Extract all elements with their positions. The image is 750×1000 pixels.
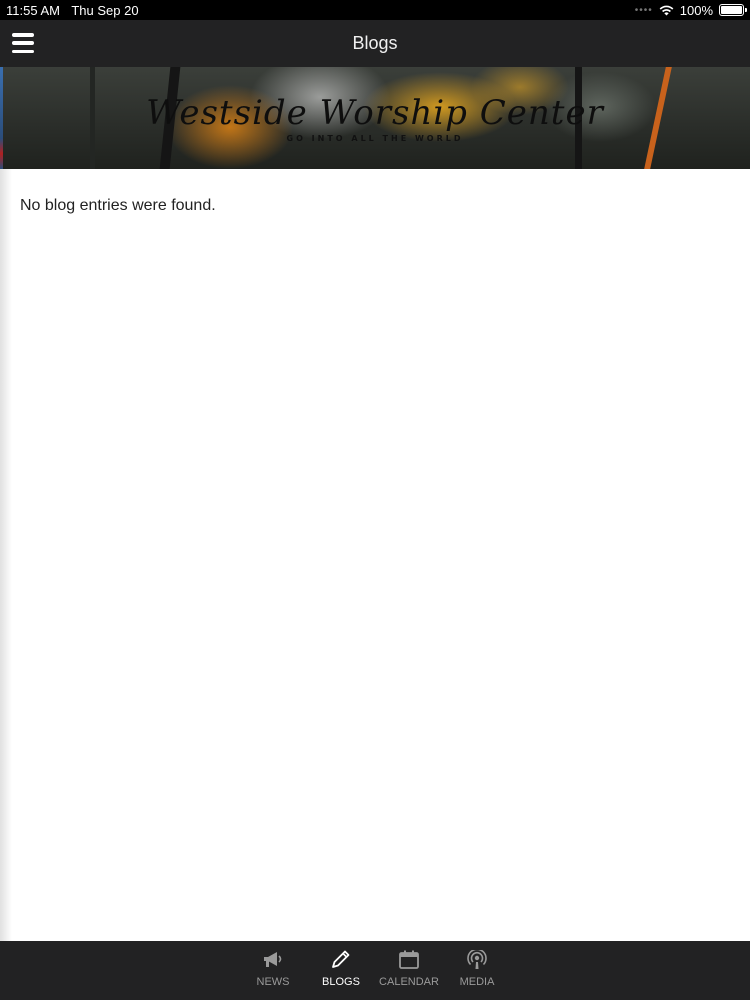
tab-news[interactable]: NEWS xyxy=(241,941,305,1000)
empty-state-message: No blog entries were found. xyxy=(20,197,216,214)
signal-dots-icon: •••• xyxy=(634,4,653,16)
tab-label: BLOGS xyxy=(322,976,360,988)
podcast-icon xyxy=(467,950,487,969)
tab-media[interactable]: MEDIA xyxy=(445,941,509,1000)
status-time: 11:55 AM xyxy=(6,2,60,18)
blog-content-area: No blog entries were found. xyxy=(0,169,750,941)
wifi-icon xyxy=(659,5,674,16)
bottom-tab-bar: NEWS BLOGS CALENDAR MEDIA xyxy=(0,941,750,1000)
tab-label: NEWS xyxy=(256,976,290,988)
battery-icon xyxy=(719,4,747,16)
header-banner: Westside Worship Center GO INTO ALL THE … xyxy=(0,67,750,169)
battery-fill xyxy=(721,6,742,14)
tab-blogs[interactable]: BLOGS xyxy=(309,941,373,1000)
status-bar: 11:55 AM Thu Sep 20 •••• 100% xyxy=(0,0,750,20)
page-title: Blogs xyxy=(352,33,398,53)
status-date: Thu Sep 20 xyxy=(71,2,139,18)
megaphone-icon xyxy=(264,952,282,967)
calendar-icon xyxy=(399,950,419,969)
tab-label: MEDIA xyxy=(459,976,495,988)
tab-calendar[interactable]: CALENDAR xyxy=(377,941,441,1000)
pencil-icon xyxy=(332,950,350,968)
banner-title: Westside Worship Center xyxy=(146,93,604,133)
nav-bar: Blogs xyxy=(0,20,750,67)
hamburger-menu-icon[interactable] xyxy=(12,33,34,53)
status-left: 11:55 AM Thu Sep 20 xyxy=(6,3,147,18)
side-shadow xyxy=(0,169,12,941)
status-right: •••• 100% xyxy=(634,2,747,18)
banner-tagline: GO INTO ALL THE WORLD xyxy=(286,134,464,143)
battery-percent: 100% xyxy=(679,2,713,18)
tab-label: CALENDAR xyxy=(379,976,439,988)
